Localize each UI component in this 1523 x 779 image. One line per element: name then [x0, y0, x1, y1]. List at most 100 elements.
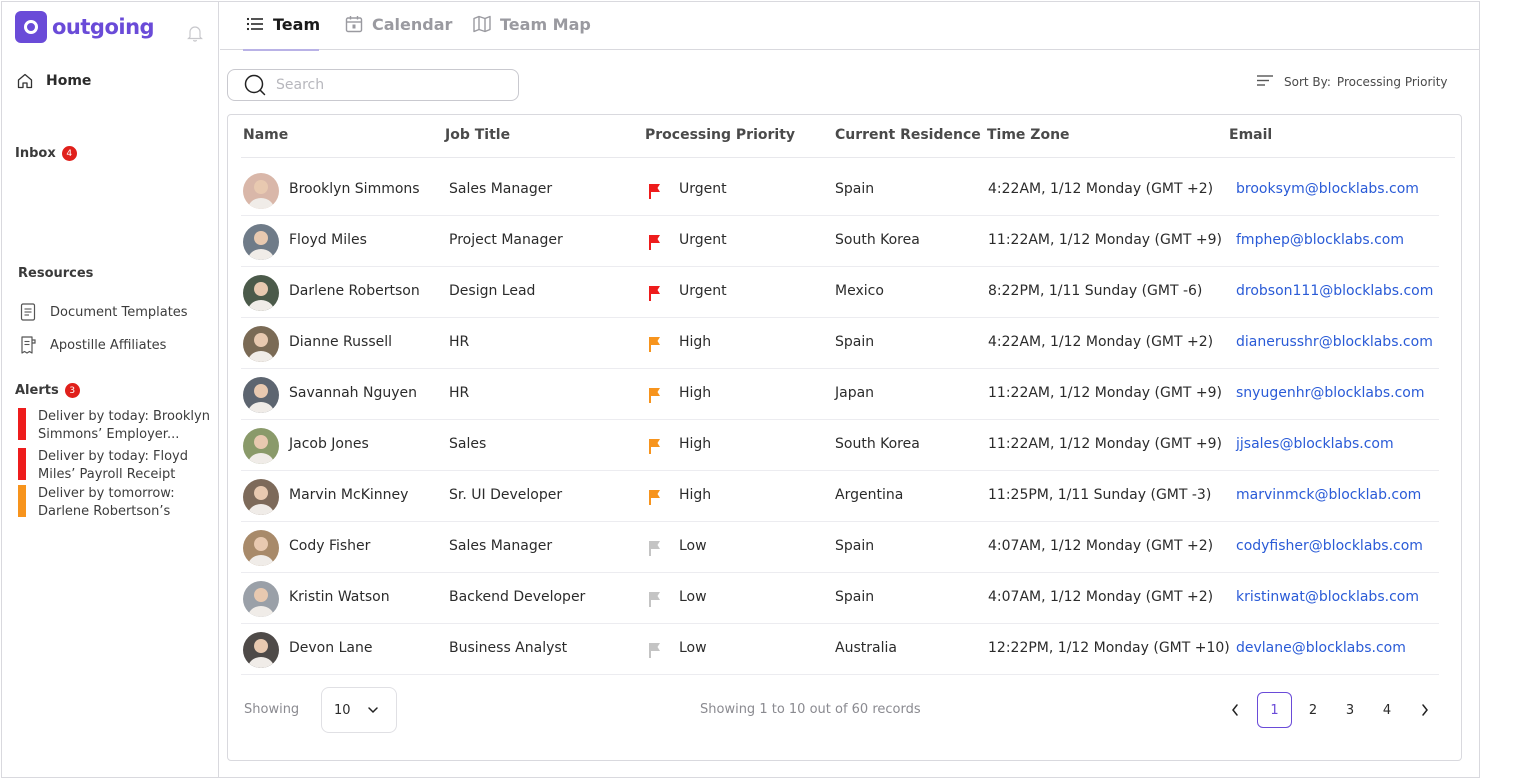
alert-urgency-bar	[18, 408, 26, 440]
cell-time-zone: 8:22PM, 1/11 Sunday (GMT -6)	[988, 283, 1203, 299]
cell-name: Savannah Nguyen	[289, 385, 417, 401]
cell-name: Floyd Miles	[289, 232, 367, 248]
cell-job-title: Sales Manager	[449, 538, 553, 554]
table-row[interactable]: Kristin Watson Backend Developer Low Spain 4…	[241, 573, 1439, 624]
cell-priority: High	[679, 385, 712, 401]
priority-flag-icon	[647, 437, 663, 459]
cell-residence: Spain	[835, 538, 875, 554]
table-row[interactable]: Brooklyn Simmons Sales Manager Urgent Spain…	[241, 165, 1439, 216]
cell-email[interactable]: dianerusshr@blocklabs.com	[1236, 334, 1433, 350]
column-header-name[interactable]: Name	[243, 127, 288, 143]
avatar	[243, 632, 279, 668]
cell-priority: Urgent	[679, 181, 727, 197]
cell-email[interactable]: drobson111@blocklabs.com	[1236, 283, 1433, 299]
sort-icon	[1257, 75, 1273, 86]
chevron-left-icon	[1232, 704, 1238, 716]
table-row[interactable]: Floyd Miles Project Manager Urgent South Ko…	[241, 216, 1439, 267]
logo-mark-icon	[15, 11, 47, 43]
alert-text: Deliver by today: Floyd Miles’ Payroll R…	[38, 449, 188, 482]
tab-label: Team Map	[500, 14, 591, 34]
cell-email[interactable]: kristinwat@blocklabs.com	[1236, 589, 1419, 605]
tab-team-map[interactable]: Team Map	[472, 14, 591, 34]
column-header-time-zone[interactable]: Time Zone	[987, 127, 1070, 143]
cell-email[interactable]: brooksym@blocklabs.com	[1236, 181, 1419, 197]
cell-name: Jacob Jones	[289, 436, 369, 452]
table-row[interactable]: Dianne Russell HR High Spain 4:22AM, 1/12 Mo…	[241, 318, 1439, 369]
home-icon	[17, 73, 33, 89]
resources-title: Resources	[18, 266, 94, 281]
cell-job-title: Backend Developer	[449, 589, 586, 605]
table-row[interactable]: Devon Lane Business Analyst Low Australia 12…	[241, 624, 1439, 675]
sort-control[interactable]: Sort By: Processing Priority	[1256, 74, 1448, 90]
cell-time-zone: 4:07AM, 1/12 Monday (GMT +2)	[988, 589, 1214, 605]
rows-per-page-select[interactable]: 10	[321, 687, 397, 733]
table-row[interactable]: Jacob Jones Sales High South Korea 11:22AM, …	[241, 420, 1439, 471]
document-icon	[20, 303, 36, 321]
sidebar-item-home[interactable]: Home	[16, 70, 91, 92]
bell-icon[interactable]	[187, 24, 203, 42]
previous-page-button[interactable]	[1227, 692, 1243, 728]
cell-residence: Spain	[835, 589, 875, 605]
column-header-job-title[interactable]: Job Title	[445, 127, 510, 143]
cell-residence: Japan	[835, 385, 875, 401]
alert-item[interactable]: Deliver by today: Floyd Miles’ Payroll R…	[18, 448, 216, 484]
alerts-count-badge: 3	[64, 383, 80, 398]
priority-flag-icon	[647, 488, 663, 510]
cell-priority: Low	[679, 589, 707, 605]
alert-urgency-bar	[18, 485, 26, 517]
cell-residence: Spain	[835, 334, 875, 350]
avatar	[243, 275, 279, 311]
cell-time-zone: 11:22AM, 1/12 Monday (GMT +9)	[988, 232, 1223, 248]
cell-name: Cody Fisher	[289, 538, 371, 554]
table-row[interactable]: Savannah Nguyen HR High Japan 11:22AM, 1/12 …	[241, 369, 1439, 420]
cell-job-title: Sales	[449, 436, 487, 452]
page-button-4[interactable]: 4	[1377, 692, 1397, 728]
cell-job-title: Sr. UI Developer	[449, 487, 563, 503]
alert-item[interactable]: Deliver by today: Brooklyn Simmons’ Empl…	[18, 408, 216, 444]
cell-email[interactable]: fmphep@blocklabs.com	[1236, 232, 1404, 248]
cell-time-zone: 12:22PM, 1/12 Monday (GMT +10)	[988, 640, 1230, 656]
cell-priority: High	[679, 436, 712, 452]
page-button-2[interactable]: 2	[1303, 692, 1323, 728]
cell-email[interactable]: marvinmck@blocklab.com	[1236, 487, 1421, 503]
alerts-title: Alerts 3	[15, 383, 80, 398]
cell-name: Kristin Watson	[289, 589, 390, 605]
cell-email[interactable]: snyugenhr@blocklabs.com	[1236, 385, 1424, 401]
tab-calendar[interactable]: Calendar	[344, 14, 452, 34]
app-logo[interactable]: outgoing	[15, 11, 155, 43]
sidebar-item-apostille-affiliates[interactable]: Apostille Affiliates	[18, 335, 166, 355]
column-header-processing-priority[interactable]: Processing Priority	[645, 127, 795, 143]
cell-email[interactable]: codyfisher@blocklabs.com	[1236, 538, 1423, 554]
cell-residence: Argentina	[835, 487, 904, 503]
search-input[interactable]	[276, 77, 496, 93]
sidebar-item-inbox[interactable]: Inbox 4	[15, 146, 77, 161]
avatar	[243, 479, 279, 515]
table-row[interactable]: Cody Fisher Sales Manager Low Spain 4:07AM, …	[241, 522, 1439, 573]
column-header-current-residence[interactable]: Current Residence	[835, 127, 981, 143]
cell-residence: Australia	[835, 640, 897, 656]
cell-job-title: HR	[449, 334, 470, 350]
inbox-count-badge: 4	[61, 146, 77, 161]
cell-email[interactable]: devlane@blocklabs.com	[1236, 640, 1406, 656]
next-page-button[interactable]	[1417, 692, 1433, 728]
tab-team[interactable]: Team	[245, 14, 320, 34]
cell-email[interactable]: jjsales@blocklabs.com	[1236, 436, 1394, 452]
search-box[interactable]	[227, 69, 519, 101]
alert-item[interactable]: Deliver by tomorrow: Darlene Robertson’s…	[18, 485, 216, 521]
alerts-label: Alerts	[15, 383, 59, 398]
sidebar-item-document-templates[interactable]: Document Templates	[18, 302, 188, 322]
page-button-1[interactable]: 1	[1257, 692, 1292, 728]
page-button-3[interactable]: 3	[1340, 692, 1360, 728]
table-row[interactable]: Marvin McKinney Sr. UI Developer High Argen…	[241, 471, 1439, 522]
header-divider	[241, 157, 1455, 158]
table-row[interactable]: Darlene Robertson Design Lead Urgent Mexico…	[241, 267, 1439, 318]
sidebar-item-label: Document Templates	[50, 304, 188, 320]
cell-name: Dianne Russell	[289, 334, 393, 350]
receipt-icon	[21, 336, 36, 354]
sidebar-item-label: Home	[46, 73, 92, 89]
view-tabs: Team Calendar Team Map	[220, 2, 1479, 50]
cell-job-title: HR	[449, 385, 470, 401]
cell-time-zone: 11:22AM, 1/12 Monday (GMT +9)	[988, 385, 1223, 401]
records-summary: Showing 1 to 10 out of 60 records	[700, 702, 921, 717]
column-header-email[interactable]: Email	[1229, 127, 1272, 143]
